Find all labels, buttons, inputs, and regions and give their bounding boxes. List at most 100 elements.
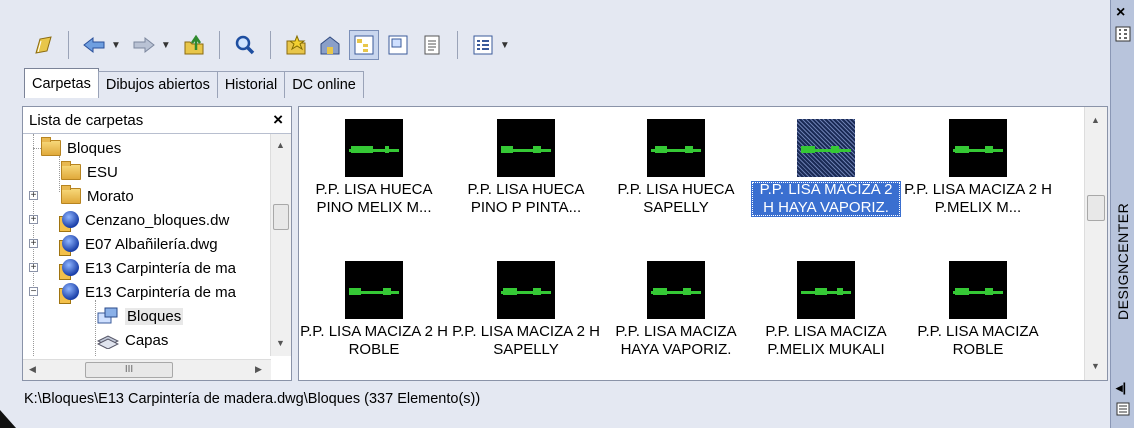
- views-dropdown-icon[interactable]: ▼: [500, 40, 510, 51]
- scroll-left-icon[interactable]: ◀: [29, 364, 36, 375]
- content-vscrollbar[interactable]: ▲ ▼: [1084, 107, 1107, 380]
- folder-tree-vscrollbar[interactable]: ▲ ▼: [270, 134, 291, 356]
- tab-historial[interactable]: Historial: [216, 71, 286, 98]
- block-item[interactable]: P.P. LISA MACIZA 2 H SAPELLY: [451, 261, 601, 359]
- scroll-thumb[interactable]: [1087, 195, 1105, 221]
- window-corner: [0, 410, 16, 428]
- block-thumbnail: [497, 119, 555, 177]
- block-item[interactable]: P.P. LISA MACIZA 2 H HAYA VAPORIZ.: [751, 119, 901, 217]
- tree-node-esu[interactable]: ESU: [61, 160, 118, 184]
- tree-node-label: E13 Carpintería de ma: [85, 259, 236, 277]
- block-thumbnail: [345, 261, 403, 319]
- block-item[interactable]: P.P. LISA MACIZA HAYA VAPORIZ.: [601, 261, 751, 359]
- expand-icon[interactable]: +: [29, 239, 38, 249]
- block-item[interactable]: P.P. LISA HUECA SAPELLY: [601, 119, 751, 217]
- scroll-right-icon[interactable]: ▶: [255, 364, 262, 375]
- tab-label: Dibujos abiertos: [105, 77, 210, 93]
- block-thumbnail: [949, 261, 1007, 319]
- block-thumbnail: [949, 119, 1007, 177]
- block-item[interactable]: P.P. LISA MACIZA 2 H P.MELIX M...: [903, 119, 1053, 217]
- load-icon[interactable]: [28, 30, 58, 60]
- tree-node-label: Capas: [125, 331, 169, 349]
- block-label: P.P. LISA MACIZA 2 H SAPELLY: [452, 323, 600, 358]
- expand-icon[interactable]: +: [29, 263, 38, 273]
- block-item[interactable]: P.P. LISA MACIZA 2 H ROBLE: [299, 261, 449, 359]
- content-palette: P.P. LISA HUECA PINO MELIX M... P.P. LISA…: [298, 106, 1108, 381]
- tree-node-label: ESU: [87, 163, 118, 181]
- expand-icon[interactable]: +: [29, 191, 38, 201]
- block-label: P.P. LISA MACIZA P.MELIX MUKALI: [765, 323, 887, 358]
- properties-menu-icon[interactable]: [1116, 402, 1130, 420]
- home-icon[interactable]: [315, 30, 345, 60]
- scroll-up-icon[interactable]: ▲: [1091, 115, 1100, 125]
- block-thumbnail: [647, 119, 705, 177]
- tree-node-cenzano[interactable]: + Cenzano_bloques.dw: [23, 208, 229, 232]
- scroll-thumb[interactable]: [273, 204, 289, 230]
- tree-node-e13-a[interactable]: + E13 Carpintería de ma: [23, 256, 236, 280]
- tree-node-e07[interactable]: + E07 Albañilería.dwg: [23, 232, 218, 256]
- block-item[interactable]: P.P. LISA MACIZA P.MELIX MUKALI: [751, 261, 901, 359]
- block-item[interactable]: P.P. LISA MACIZA ROBLE: [903, 261, 1053, 359]
- folder-tree-hscrollbar[interactable]: ◀ III ▶: [23, 359, 271, 380]
- dwg-file-icon: [59, 210, 79, 232]
- tab-dc-online[interactable]: DC online: [284, 71, 364, 98]
- tree-line: [33, 148, 41, 149]
- tree-line: [95, 300, 96, 356]
- collapse-icon[interactable]: −: [29, 287, 38, 297]
- tab-dibujos-abiertos[interactable]: Dibujos abiertos: [97, 71, 218, 98]
- block-thumbnail: [647, 261, 705, 319]
- toolbar-separator: [269, 31, 271, 59]
- tree-node-bloques[interactable]: Bloques: [27, 136, 121, 160]
- block-label: P.P. LISA MACIZA ROBLE: [917, 323, 1039, 358]
- tree-node-bloques-selected[interactable]: Bloques: [97, 304, 184, 328]
- tab-carpetas[interactable]: Carpetas: [24, 68, 99, 98]
- block-label: P.P. LISA HUECA SAPELLY: [617, 181, 735, 216]
- back-dropdown-icon[interactable]: ▼: [111, 40, 121, 51]
- block-thumbnail: [345, 119, 403, 177]
- tree-node-morato[interactable]: + Morato: [23, 184, 134, 208]
- forward-dropdown-icon[interactable]: ▼: [161, 40, 171, 51]
- block-thumbnail: [797, 261, 855, 319]
- up-icon[interactable]: [179, 30, 209, 60]
- tab-strip: Carpetas Dibujos abiertos Historial DC o…: [24, 68, 364, 99]
- block-label: P.P. LISA MACIZA 2 H ROBLE: [300, 323, 448, 358]
- tab-label: Carpetas: [32, 75, 91, 92]
- tree-node-label: E13 Carpintería de ma: [85, 283, 236, 301]
- search-icon[interactable]: [230, 30, 260, 60]
- tree-node-label: Morato: [87, 187, 134, 205]
- tree-node-capas[interactable]: Capas: [96, 328, 169, 352]
- folder-list-title: Lista de carpetas: [29, 111, 144, 129]
- folder-list-header: Lista de carpetas ×: [23, 107, 291, 134]
- block-item[interactable]: P.P. LISA HUECA PINO P PINTA...: [451, 119, 601, 217]
- designcenter-titlebar: × DESIGNCENTER ◂|: [1110, 0, 1134, 428]
- preview-icon[interactable]: [383, 30, 413, 60]
- palette-title: DESIGNCENTER: [1115, 202, 1131, 320]
- views-icon[interactable]: [468, 30, 498, 60]
- designcenter-window: ▼ ▼ ▼ Carpetas Dibujos abiertos Historia…: [0, 0, 1110, 428]
- close-icon[interactable]: ×: [273, 110, 283, 130]
- dwg-file-icon: [59, 282, 79, 304]
- folder-icon: [61, 161, 81, 180]
- toolbar-separator: [68, 31, 69, 59]
- tree-toggle-icon[interactable]: [348, 30, 379, 60]
- scroll-down-icon[interactable]: ▼: [276, 338, 285, 348]
- autohide-icon[interactable]: ◂|: [1116, 380, 1126, 396]
- favorites-icon[interactable]: [281, 30, 311, 60]
- tree-node-e13-b[interactable]: − E13 Carpintería de ma: [23, 280, 236, 304]
- tab-label: DC online: [292, 77, 356, 93]
- tree-node-label: Cenzano_bloques.dw: [85, 211, 230, 229]
- dwg-file-icon: [59, 258, 79, 280]
- folder-icon: [61, 185, 81, 204]
- block-item[interactable]: P.P. LISA HUECA PINO MELIX M...: [299, 119, 449, 217]
- layers-icon: [96, 331, 120, 350]
- close-icon[interactable]: ×: [1116, 4, 1125, 22]
- back-icon[interactable]: [79, 30, 109, 60]
- forward-icon[interactable]: [129, 30, 159, 60]
- scroll-down-icon[interactable]: ▼: [1091, 361, 1100, 371]
- scroll-up-icon[interactable]: ▲: [276, 140, 285, 150]
- blocks-icon: [97, 307, 119, 325]
- description-icon[interactable]: [417, 30, 447, 60]
- expand-icon[interactable]: +: [29, 215, 38, 225]
- properties-icon[interactable]: [1115, 26, 1131, 46]
- scroll-thumb[interactable]: III: [85, 362, 173, 378]
